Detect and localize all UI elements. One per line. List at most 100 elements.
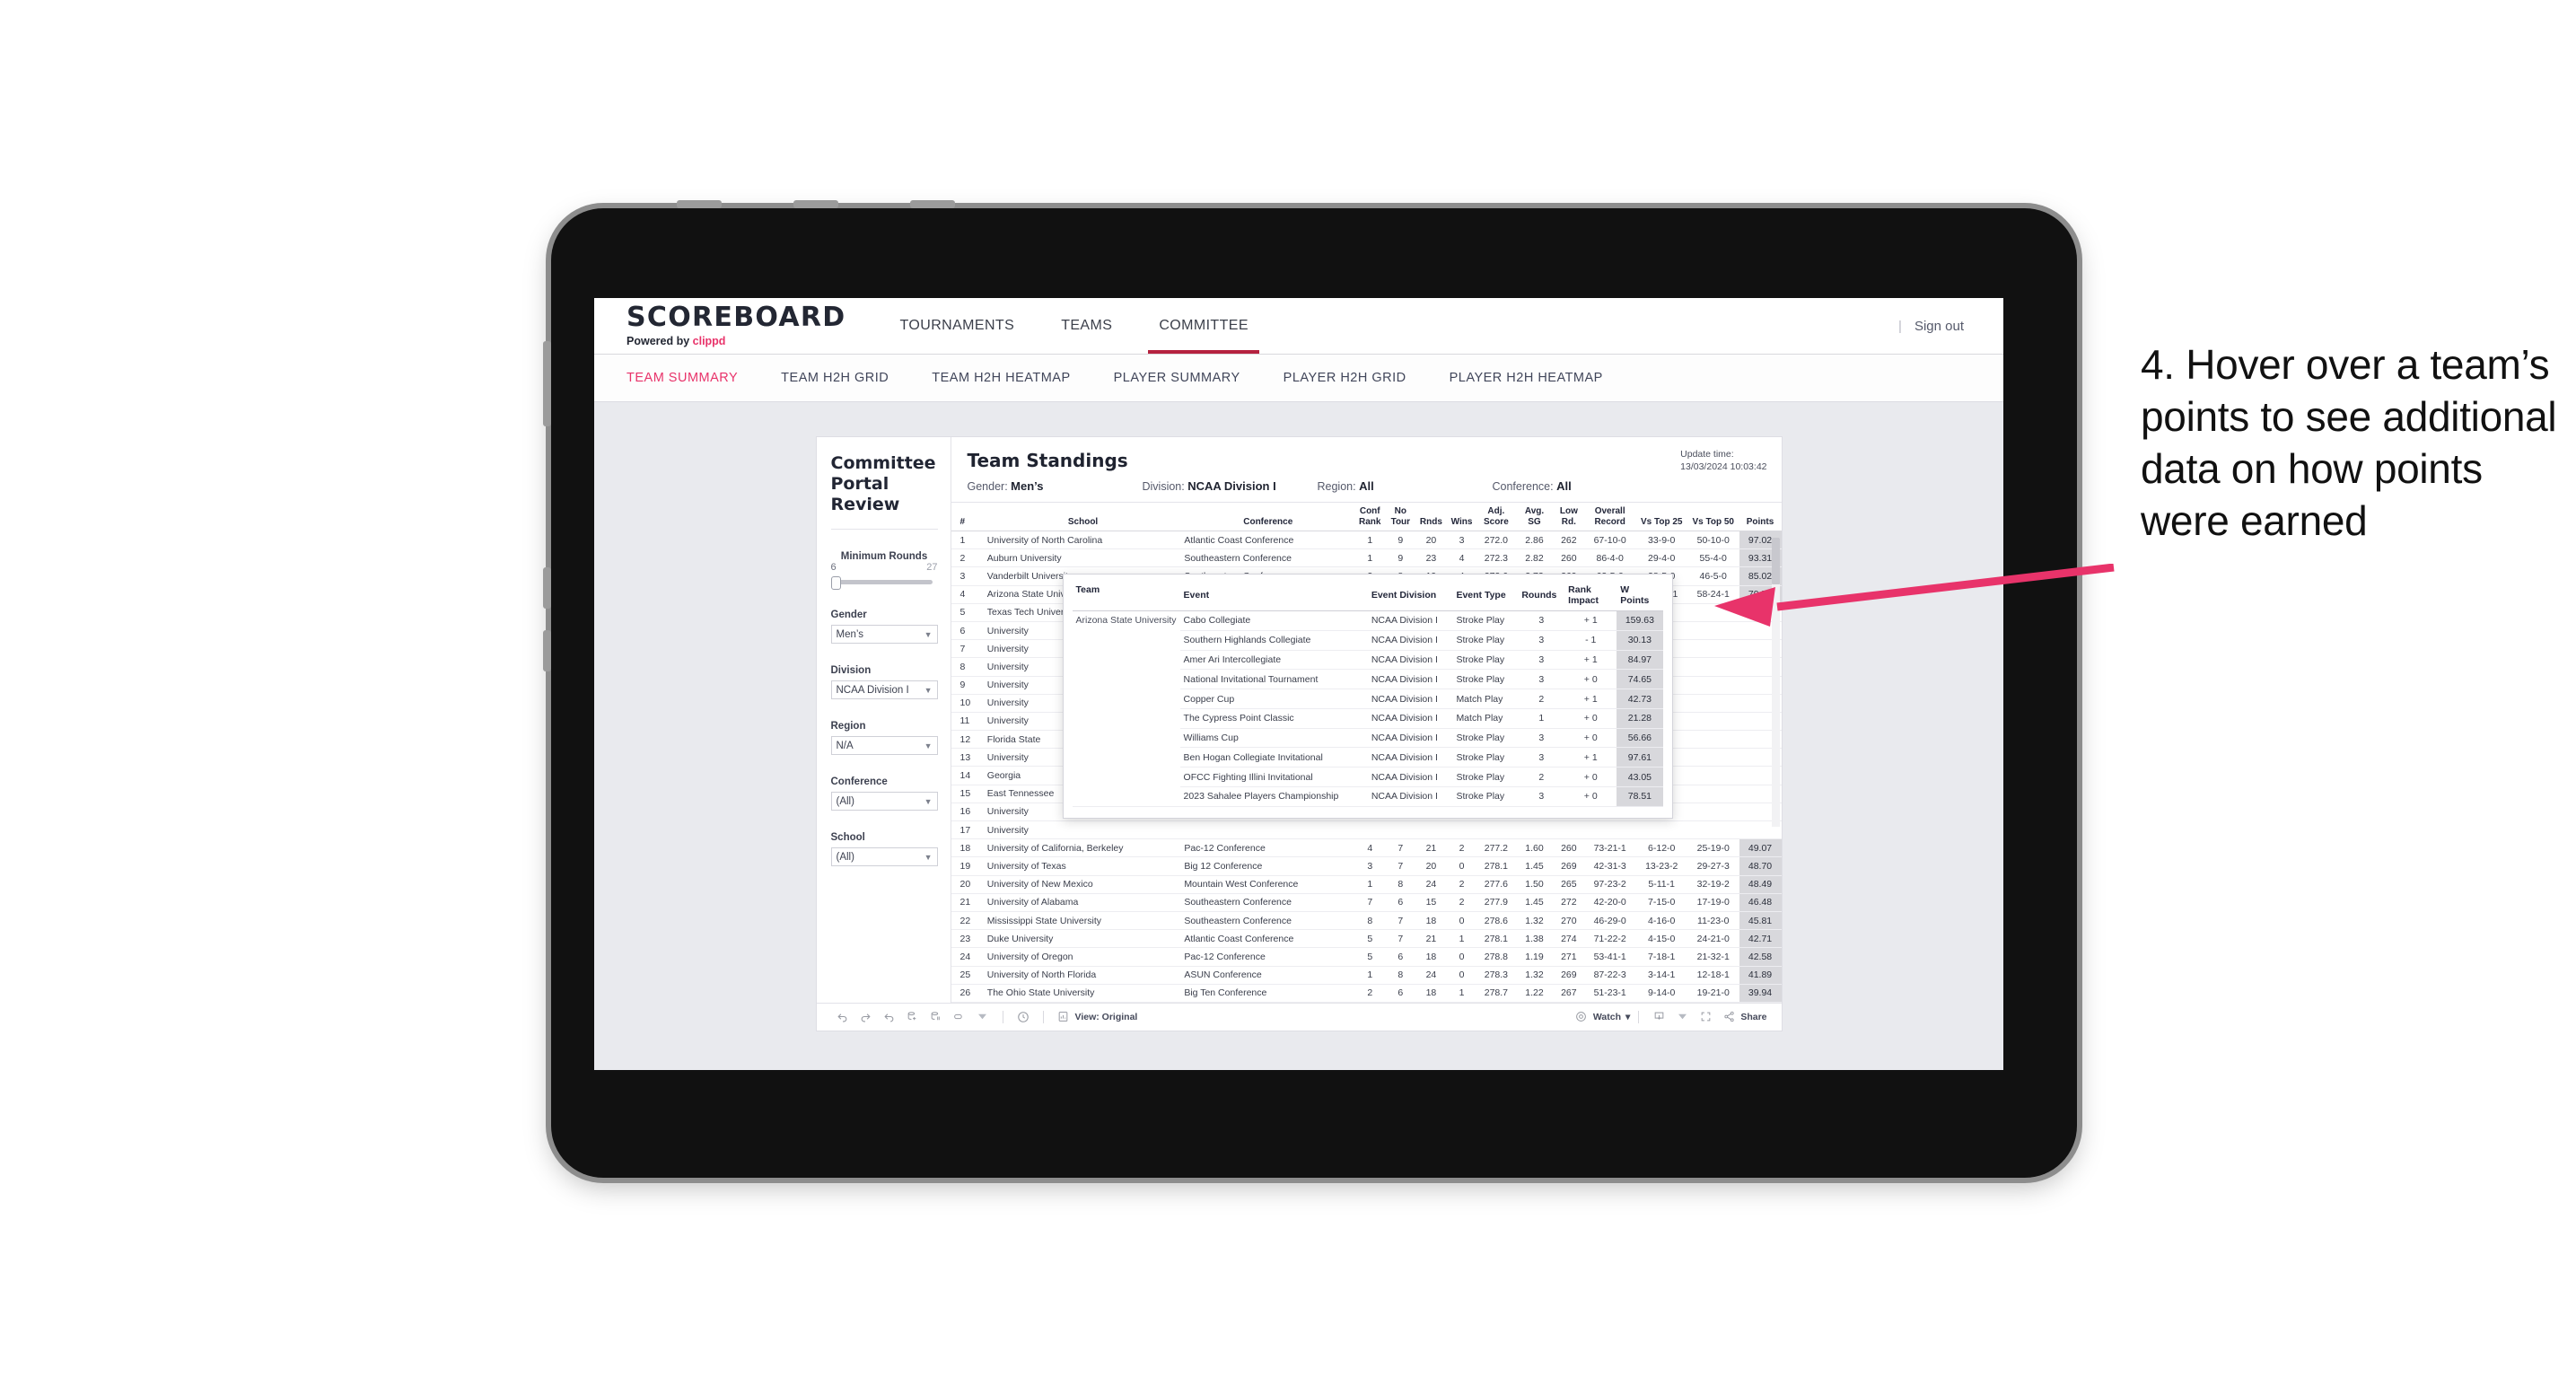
col-rank[interactable]: #	[951, 503, 985, 531]
tt-cell-w-points: 30.13	[1617, 630, 1663, 651]
col-wins[interactable]: Wins	[1446, 503, 1477, 531]
cell-avg-sg: 1.60	[1515, 838, 1554, 858]
share-icon[interactable]	[1717, 1007, 1740, 1027]
cell-points[interactable]: 42.58	[1739, 947, 1782, 967]
tt-cell-event: Southern Highlands Collegiate	[1179, 630, 1368, 651]
col-overall-record[interactable]: Overall Record	[1583, 503, 1636, 531]
cell-rank: 22	[951, 911, 985, 931]
table-row[interactable]: 2 Auburn University Southeastern Conferenc…	[951, 548, 1782, 568]
col-vs-top-25[interactable]: Vs Top 25	[1635, 503, 1687, 531]
region-select[interactable]: N/A ▼	[830, 736, 938, 756]
table-row[interactable]: 1 University of North Carolina Atlantic Co…	[951, 531, 1782, 550]
table-row[interactable]: 23 Duke University Atlantic Coast Conferen…	[951, 929, 1782, 949]
views-dropdown-icon[interactable]	[971, 1007, 994, 1027]
tab-team-summary[interactable]: TEAM SUMMARY	[626, 371, 759, 385]
pause-data-icon[interactable]	[924, 1007, 948, 1027]
tab-player-summary[interactable]: PLAYER SUMMARY	[1092, 371, 1262, 385]
col-avg-sg[interactable]: Avg. SG	[1515, 503, 1554, 531]
download-icon[interactable]	[1647, 1007, 1670, 1027]
tab-player-h2h-heatmap[interactable]: PLAYER H2H HEATMAP	[1428, 371, 1625, 385]
cell-school: University of California, Berkeley	[984, 838, 1182, 858]
col-rnds[interactable]: Rnds	[1415, 503, 1447, 531]
cell-adj-score: 272.0	[1476, 531, 1516, 550]
minimum-rounds-slider[interactable]	[830, 575, 938, 591]
download-caret-icon[interactable]	[1670, 1007, 1694, 1027]
view-original-icon[interactable]	[1052, 1007, 1075, 1027]
tab-team-h2h-heatmap[interactable]: TEAM H2H HEATMAP	[910, 371, 1091, 385]
nav-item-teams[interactable]: TEAMS	[1038, 298, 1135, 354]
tt-cell-rounds: 3	[1518, 650, 1565, 671]
col-conf-rank[interactable]: Conf Rank	[1354, 503, 1386, 531]
col-points[interactable]: Points	[1739, 503, 1782, 531]
col-low-rd[interactable]: Low Rd.	[1553, 503, 1584, 531]
col-vs-top-50[interactable]: Vs Top 50	[1687, 503, 1739, 531]
cell-points[interactable]: 46.48	[1739, 893, 1782, 912]
table-row[interactable]: 18 University of California, Berkeley Pac-…	[951, 838, 1782, 858]
nav-item-committee[interactable]: COMMITTEE	[1135, 298, 1272, 354]
sign-out-link[interactable]: Sign out	[1914, 319, 1964, 334]
table-row[interactable]: 24 University of Oregon Pac-12 Conference 5…	[951, 947, 1782, 967]
table-row[interactable]: 26 The Ohio State University Big Ten Confe…	[951, 984, 1782, 1003]
col-adj-score[interactable]: Adj. Score	[1476, 503, 1516, 531]
watch-label[interactable]: Watch ▾	[1593, 1012, 1630, 1022]
school-select[interactable]: (All) ▼	[830, 847, 938, 867]
custom-views-icon[interactable]	[948, 1007, 971, 1027]
col-conference[interactable]: Conference	[1181, 503, 1355, 531]
minimum-rounds-max: 27	[926, 562, 938, 574]
cell-wins: 2	[1446, 838, 1477, 858]
cell-low-rd: 262	[1553, 531, 1584, 550]
gender-select[interactable]: Men’s ▼	[830, 625, 938, 645]
nav-item-tournaments[interactable]: TOURNAMENTS	[877, 298, 1038, 354]
cell-points[interactable]: 48.49	[1739, 875, 1782, 894]
table-row[interactable]: 17 University	[951, 820, 1782, 840]
table-row[interactable]: 25 University of North Florida ASUN Confer…	[951, 966, 1782, 985]
table-row[interactable]: 19 University of Texas Big 12 Conference 3 7…	[951, 856, 1782, 876]
brand-logo[interactable]: SCOREBOARD Powered by clippd	[594, 298, 877, 354]
cell-points[interactable]: 48.70	[1739, 856, 1782, 876]
cell-wins: 1	[1446, 929, 1477, 949]
table-row[interactable]: 20 University of New Mexico Mountain West …	[951, 875, 1782, 894]
tt-cell-event-type: Stroke Play	[1452, 669, 1519, 690]
tab-team-h2h-grid[interactable]: TEAM H2H GRID	[759, 371, 910, 385]
table-row[interactable]: 22 Mississippi State University Southeaste…	[951, 911, 1782, 931]
table-row[interactable]: 21 University of Alabama Southeastern Conf…	[951, 893, 1782, 912]
undo-icon[interactable]	[831, 1007, 854, 1027]
share-label[interactable]: Share	[1740, 1012, 1766, 1022]
cell-points[interactable]: 42.71	[1739, 929, 1782, 949]
standings-content: Team Standings Gender: Men’s Division: N…	[951, 437, 1782, 1003]
cell-school: Duke University	[984, 929, 1182, 949]
cell-low-rd: 269	[1553, 966, 1584, 985]
fullscreen-icon[interactable]	[1694, 1007, 1717, 1027]
cell-rnds: 21	[1415, 838, 1447, 858]
cell-points[interactable]: 39.94	[1739, 984, 1782, 1003]
redo-icon[interactable]	[854, 1007, 878, 1027]
cell-rank: 10	[951, 694, 985, 713]
watch-icon[interactable]	[1570, 1007, 1593, 1027]
cell-overall-record: 86-4-0	[1583, 548, 1636, 568]
device-side-button-volume-up	[543, 567, 551, 609]
tt-cell-w-points: 159.63	[1617, 610, 1663, 631]
cell-overall-record: 67-10-0	[1583, 531, 1636, 550]
view-original-label[interactable]: View: Original	[1075, 1012, 1138, 1022]
minimum-rounds-label: Minimum Rounds	[840, 551, 928, 563]
cell-adj-score: 277.2	[1476, 838, 1516, 858]
tab-player-h2h-grid[interactable]: PLAYER H2H GRID	[1262, 371, 1428, 385]
division-select[interactable]: NCAA Division I ▼	[830, 680, 938, 700]
meta-conference-label: Conference:	[1492, 480, 1554, 493]
cell-vs-top-25: 33-9-0	[1635, 531, 1687, 550]
cell-points[interactable]: 45.81	[1739, 911, 1782, 931]
cell-rank: 4	[951, 585, 985, 604]
col-school[interactable]: School	[984, 503, 1182, 531]
slider-knob[interactable]	[830, 576, 841, 591]
cell-low-rd: 260	[1553, 838, 1584, 858]
revert-icon[interactable]	[878, 1007, 901, 1027]
cell-low-rd: 270	[1553, 911, 1584, 931]
conference-select[interactable]: (All) ▼	[830, 792, 938, 811]
col-no-tour[interactable]: No Tour	[1385, 503, 1416, 531]
cell-wins: 2	[1446, 875, 1477, 894]
cell-points[interactable]: 41.89	[1739, 966, 1782, 985]
tt-cell-event-division: NCAA Division I	[1367, 786, 1453, 807]
refresh-data-icon[interactable]	[901, 1007, 924, 1027]
cell-points[interactable]: 49.07	[1739, 838, 1782, 858]
history-icon[interactable]	[1012, 1007, 1035, 1027]
